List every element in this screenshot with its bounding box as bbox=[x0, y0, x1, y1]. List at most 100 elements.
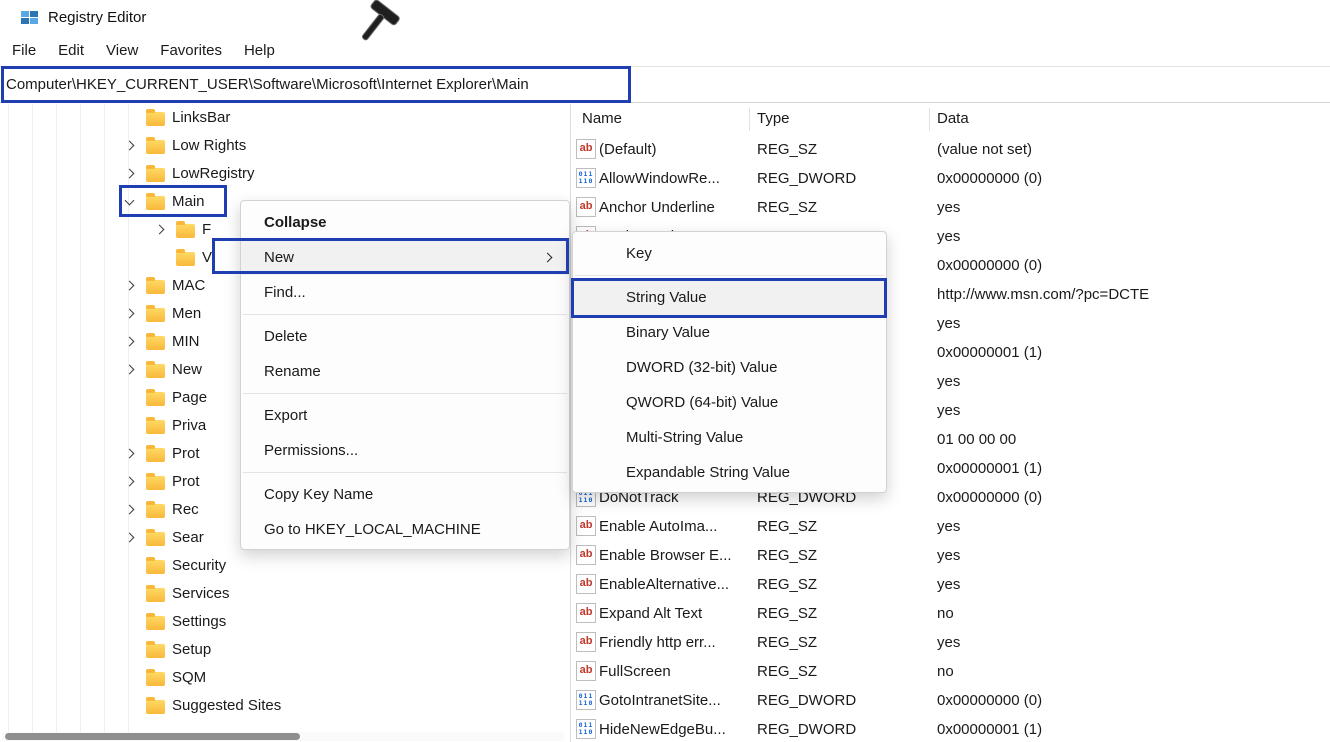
table-row[interactable]: ab Anchor Underline REG_SZ yes bbox=[571, 193, 1330, 222]
menu-item-label: DWORD (32-bit) Value bbox=[626, 359, 777, 376]
menu-item-label: Go to HKEY_LOCAL_MACHINE bbox=[264, 521, 481, 538]
menu-item-delete[interactable]: Delete bbox=[241, 319, 569, 354]
value-type: REG_SZ bbox=[757, 657, 817, 686]
table-row[interactable]: ab (Default) REG_SZ (value not set) bbox=[571, 135, 1330, 164]
table-row[interactable]: 011110 GotoIntranetSite... REG_DWORD 0x0… bbox=[571, 686, 1330, 715]
menu-item-label: Find... bbox=[264, 284, 306, 301]
chevron-icon[interactable] bbox=[125, 505, 135, 515]
value-name: Enable AutoIma... bbox=[599, 512, 717, 541]
tree-item-suggested-sites[interactable]: Suggested Sites bbox=[0, 692, 570, 720]
table-row[interactable]: ab EnableAlternative... REG_SZ yes bbox=[571, 570, 1330, 599]
tree-item-low-rights[interactable]: Low Rights bbox=[0, 132, 570, 160]
folder-icon bbox=[146, 280, 165, 294]
tree-item-security[interactable]: Security bbox=[0, 552, 570, 580]
menu-item-permissions[interactable]: Permissions... bbox=[241, 433, 569, 468]
column-header-name[interactable]: Name bbox=[582, 104, 622, 134]
menu-item-label: Delete bbox=[264, 328, 307, 345]
table-row[interactable]: ab Friendly http err... REG_SZ yes bbox=[571, 628, 1330, 657]
menu-item-find[interactable]: Find... bbox=[241, 275, 569, 310]
menu-item-label: String Value bbox=[626, 289, 707, 306]
table-row[interactable]: 011110 HideNewEdgeBu... REG_DWORD 0x0000… bbox=[571, 715, 1330, 742]
value-type: REG_SZ bbox=[757, 135, 817, 164]
menu-item-copy-key-name[interactable]: Copy Key Name bbox=[241, 477, 569, 512]
tree-item-sqm[interactable]: SQM bbox=[0, 664, 570, 692]
horizontal-scrollbar[interactable] bbox=[2, 732, 564, 741]
tree-item-settings[interactable]: Settings bbox=[0, 608, 570, 636]
hammer-cursor-icon bbox=[358, 0, 412, 54]
chevron-icon[interactable] bbox=[125, 449, 135, 459]
folder-icon bbox=[146, 364, 165, 378]
registry-editor-window: Registry Editor File Edit View Favorites… bbox=[0, 0, 1330, 742]
chevron-icon[interactable] bbox=[125, 533, 135, 543]
table-row[interactable]: ab Expand Alt Text REG_SZ no bbox=[571, 599, 1330, 628]
menu-item-collapse[interactable]: Collapse bbox=[241, 205, 569, 240]
menubar-item-label: Help bbox=[244, 42, 275, 59]
reg-sz-icon: ab bbox=[576, 632, 596, 652]
tree-item-label: Services bbox=[172, 580, 230, 608]
table-row[interactable]: ab FullScreen REG_SZ no bbox=[571, 657, 1330, 686]
menu-item-expandable-string-value[interactable]: Expandable String Value bbox=[573, 455, 886, 490]
column-header-type[interactable]: Type bbox=[757, 104, 790, 134]
table-row[interactable]: ab Enable AutoIma... REG_SZ yes bbox=[571, 512, 1330, 541]
table-row[interactable]: ab Enable Browser E... REG_SZ yes bbox=[571, 541, 1330, 570]
menubar-item-file[interactable]: File bbox=[1, 36, 47, 66]
title-bar: Registry Editor bbox=[0, 0, 1330, 36]
menu-item-key[interactable]: Key bbox=[573, 236, 886, 271]
chevron-icon[interactable] bbox=[125, 169, 135, 179]
menu-item-label: Copy Key Name bbox=[264, 486, 373, 503]
menubar-item-help[interactable]: Help bbox=[233, 36, 286, 66]
folder-icon bbox=[146, 140, 165, 154]
chevron-icon[interactable] bbox=[155, 225, 165, 235]
column-resize-handle[interactable] bbox=[749, 108, 750, 131]
folder-icon bbox=[146, 700, 165, 714]
menu-item-string-value[interactable]: String Value bbox=[573, 280, 886, 315]
menu-item-multi-string-value[interactable]: Multi-String Value bbox=[573, 420, 886, 455]
value-data: yes bbox=[937, 396, 960, 425]
value-data: 0x00000001 (1) bbox=[937, 454, 1042, 483]
tree-item-label: Low Rights bbox=[172, 132, 246, 160]
value-data: 0x00000000 (0) bbox=[937, 686, 1042, 715]
chevron-icon[interactable] bbox=[125, 281, 135, 291]
menu-item-binary-value[interactable]: Binary Value bbox=[573, 315, 886, 350]
menu-item-label: Multi-String Value bbox=[626, 429, 743, 446]
menu-item-go-to-hkey-local-machine[interactable]: Go to HKEY_LOCAL_MACHINE bbox=[241, 512, 569, 547]
menubar-item-favorites[interactable]: Favorites bbox=[149, 36, 233, 66]
tree-item-label: Setup bbox=[172, 636, 211, 664]
menubar-item-label: Favorites bbox=[160, 42, 222, 59]
chevron-icon[interactable] bbox=[125, 337, 135, 347]
tree-item-setup[interactable]: Setup bbox=[0, 636, 570, 664]
menubar-item-view[interactable]: View bbox=[95, 36, 149, 66]
menu-item-dword-32-bit-value[interactable]: DWORD (32-bit) Value bbox=[573, 350, 886, 385]
menubar-item-label: View bbox=[106, 42, 138, 59]
chevron-icon[interactable] bbox=[125, 196, 135, 206]
address-bar-input[interactable]: Computer\HKEY_CURRENT_USER\Software\Micr… bbox=[6, 68, 529, 102]
menu-item-qword-64-bit-value[interactable]: QWORD (64-bit) Value bbox=[573, 385, 886, 420]
chevron-icon[interactable] bbox=[125, 365, 135, 375]
menubar-item-edit[interactable]: Edit bbox=[47, 36, 95, 66]
column-resize-handle[interactable] bbox=[929, 108, 930, 131]
column-header-data[interactable]: Data bbox=[937, 104, 969, 134]
reg-sz-icon: ab bbox=[576, 661, 596, 681]
registry-editor-app-icon bbox=[20, 8, 40, 28]
menu-item-new[interactable]: New bbox=[241, 240, 569, 275]
chevron-icon[interactable] bbox=[125, 309, 135, 319]
address-bar: Computer\HKEY_CURRENT_USER\Software\Micr… bbox=[0, 68, 1330, 103]
tree-item-linksbar[interactable]: LinksBar bbox=[0, 104, 570, 132]
tree-item-label: Settings bbox=[172, 608, 226, 636]
tree-item-label: Men bbox=[172, 300, 201, 328]
menu-separator bbox=[243, 472, 567, 473]
value-name: Anchor Underline bbox=[599, 193, 715, 222]
tree-item-lowregistry[interactable]: LowRegistry bbox=[0, 160, 570, 188]
scrollbar-thumb[interactable] bbox=[5, 733, 300, 740]
tree-item-services[interactable]: Services bbox=[0, 580, 570, 608]
folder-icon bbox=[146, 392, 165, 406]
chevron-icon[interactable] bbox=[125, 477, 135, 487]
chevron-icon[interactable] bbox=[125, 141, 135, 151]
menu-item-export[interactable]: Export bbox=[241, 398, 569, 433]
value-name: Expand Alt Text bbox=[599, 599, 702, 628]
value-data: (value not set) bbox=[937, 135, 1032, 164]
menu-item-rename[interactable]: Rename bbox=[241, 354, 569, 389]
new-submenu: Key String Value Binary Value DWORD (32-… bbox=[572, 231, 887, 493]
table-row[interactable]: 011110 AllowWindowRe... REG_DWORD 0x0000… bbox=[571, 164, 1330, 193]
tree-item-label: Security bbox=[172, 552, 226, 580]
